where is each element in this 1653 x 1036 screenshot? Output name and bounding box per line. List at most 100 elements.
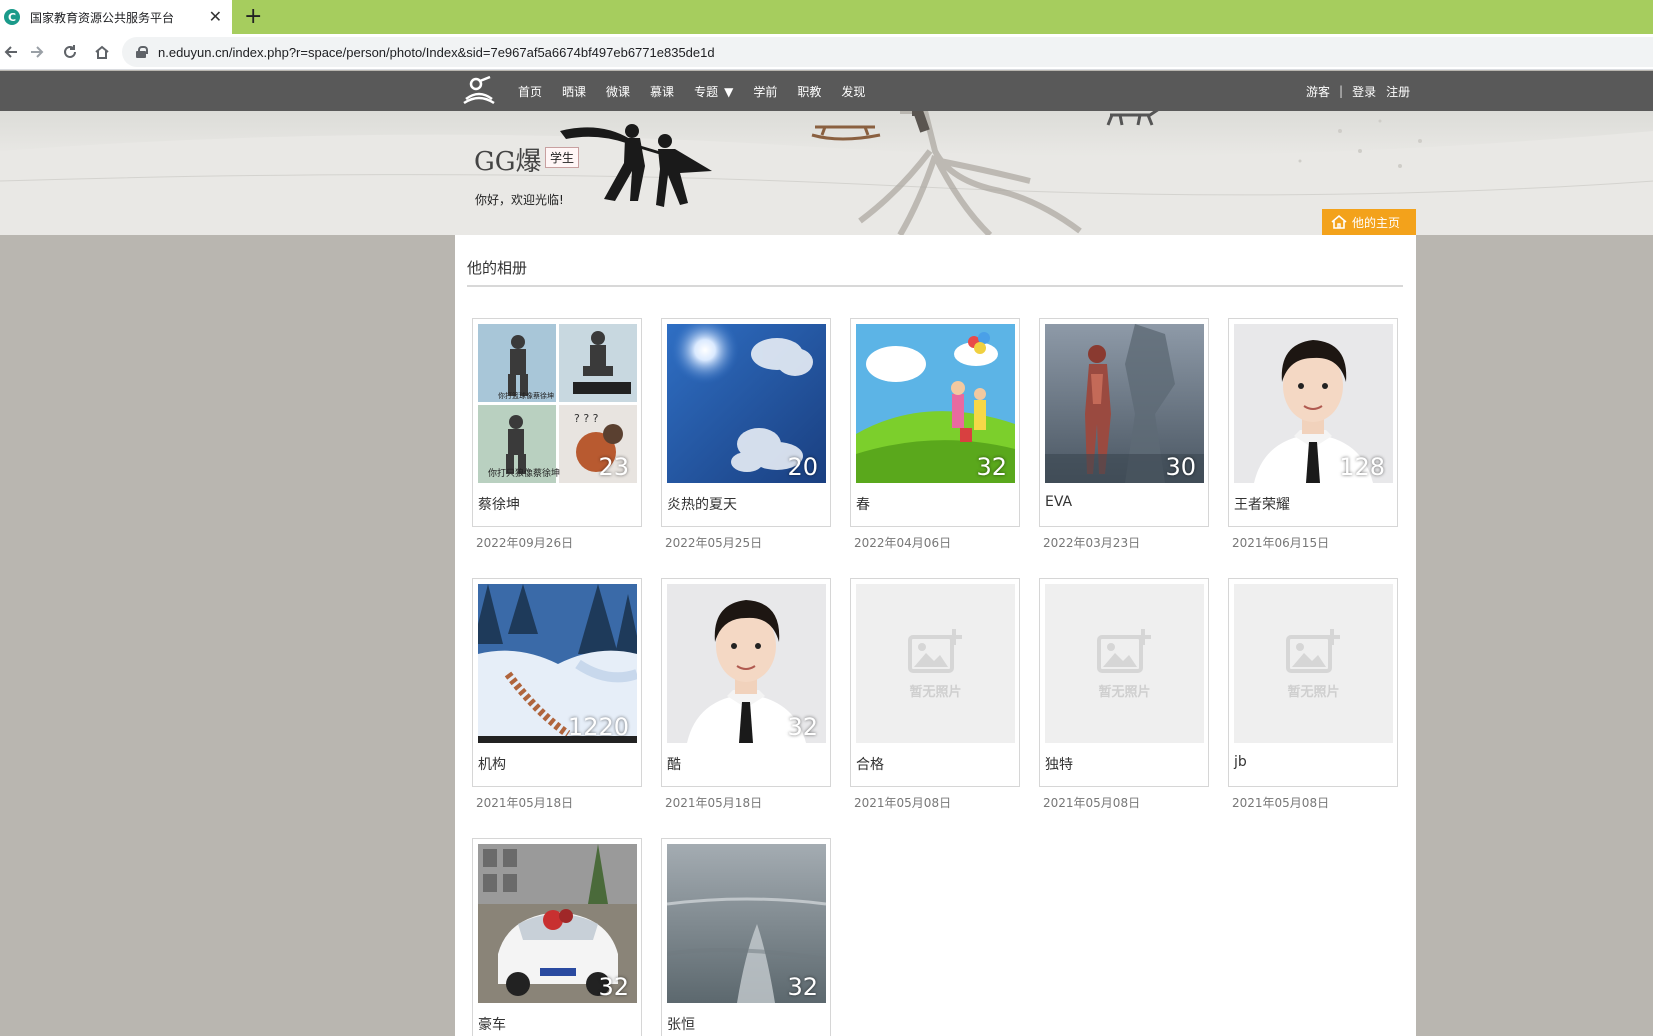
photo-count: 32 [787, 713, 818, 741]
photo-count: 32 [787, 973, 818, 1001]
browser-tab[interactable]: C 国家教育资源公共服务平台 ✕ [0, 0, 232, 34]
forward-icon[interactable] [26, 41, 48, 63]
album-name[interactable]: 蔡徐坤 [478, 494, 520, 514]
home-icon[interactable] [91, 41, 113, 63]
album-name[interactable]: 炎热的夏天 [667, 494, 737, 514]
album-date: 2022年03月23日 [1043, 536, 1141, 550]
album-date: 2021年05月18日 [665, 796, 763, 810]
album-name[interactable]: 合格 [856, 754, 884, 774]
album-item: 暂无照片 合格 2021年05月08日 [850, 578, 1020, 811]
greeting-text: 你好，欢迎光临! [475, 193, 564, 207]
album-name[interactable]: 豪车 [478, 1014, 506, 1034]
album-card[interactable]: 30 EVA [1039, 318, 1209, 527]
section-title: 他的相册 [467, 259, 528, 277]
photo-count: 20 [787, 453, 818, 481]
site-logo-icon[interactable] [462, 75, 496, 105]
nav-item-topics-label: 专题 [694, 84, 719, 99]
image-add-icon [1096, 629, 1151, 673]
profile-banner: GG爆 学生 你好，欢迎光临! 他的主页 [0, 111, 1653, 235]
album-date: 2021年05月18日 [476, 796, 574, 810]
album-item: 32 酷 2021年05月18日 [661, 578, 831, 811]
album-item: 你打篮球像蔡徐坤 你打只狼像蔡徐坤 ? ? ? 23 蔡徐坤 2022年09月2… [472, 318, 642, 551]
nav-item-home[interactable]: 首页 [518, 83, 542, 100]
album-name[interactable]: 春 [856, 494, 870, 514]
album-item: 32 张恒 [661, 838, 831, 1036]
album-card[interactable]: 你打篮球像蔡徐坤 你打只狼像蔡徐坤 ? ? ? 23 蔡徐坤 [472, 318, 642, 527]
nav-item-shaike[interactable]: 晒课 [562, 83, 586, 100]
nav-item-mooc[interactable]: 慕课 [650, 83, 674, 100]
no-photo-text: 暂无照片 [1287, 685, 1340, 700]
album-thumbnail: 32 [478, 844, 637, 1003]
album-thumbnail: 你打篮球像蔡徐坤 你打只狼像蔡徐坤 ? ? ? 23 [478, 324, 637, 483]
album-date: 2021年06月15日 [1232, 536, 1330, 550]
login-link[interactable]: 登录 [1352, 83, 1376, 100]
album-name[interactable]: 酷 [667, 754, 681, 774]
nav-item-vocational[interactable]: 职教 [797, 83, 821, 100]
album-card[interactable]: 32 豪车 [472, 838, 642, 1036]
album-name[interactable]: 独特 [1045, 754, 1073, 774]
close-tab-icon[interactable]: ✕ [209, 8, 222, 26]
photo-count: 32 [976, 453, 1007, 481]
album-item: 30 EVA 2022年03月23日 [1039, 318, 1209, 551]
album-name[interactable]: 张恒 [667, 1014, 695, 1034]
register-link[interactable]: 注册 [1386, 83, 1410, 100]
his-homepage-button[interactable]: 他的主页 [1322, 209, 1416, 235]
photo-count: 1220 [567, 713, 629, 741]
empty-album-placeholder: 暂无照片 [1234, 584, 1393, 743]
album-item: 1220 机构 2021年05月18日 [472, 578, 642, 811]
album-thumbnail: 30 [1045, 324, 1204, 483]
house-icon [1331, 214, 1347, 229]
photo-count: 128 [1339, 453, 1385, 481]
back-icon[interactable] [0, 41, 22, 63]
nav-item-topics[interactable]: 专题 ▼ [694, 83, 733, 100]
album-card[interactable]: 32 春 [850, 318, 1020, 527]
reload-icon[interactable] [59, 41, 81, 63]
album-thumbnail: 20 [667, 324, 826, 483]
svg-text:? ? ?: ? ? ? [574, 412, 599, 425]
account-links: 游客 | 登录 注册 [1306, 71, 1410, 111]
lock-icon[interactable] [136, 46, 148, 58]
album-card[interactable]: 1220 机构 [472, 578, 642, 787]
album-card[interactable]: 暂无照片 合格 [850, 578, 1020, 787]
album-item: 20 炎热的夏天 2022年05月25日 [661, 318, 831, 551]
section-divider [467, 285, 1403, 287]
album-item: 128 王者荣耀 2021年06月15日 [1228, 318, 1398, 551]
album-card[interactable]: 32 张恒 [661, 838, 831, 1036]
album-item: 32 春 2022年04月06日 [850, 318, 1020, 551]
tab-title: 国家教育资源公共服务平台 [30, 10, 175, 25]
site-nav-bar: 首页 晒课 微课 慕课 专题 ▼ 学前 职教 发现 游客 | 登录 注册 [0, 71, 1653, 111]
album-date: 2022年09月26日 [476, 536, 574, 550]
album-card[interactable]: 暂无照片 独特 [1039, 578, 1209, 787]
album-item: 暂无照片 jb 2021年05月08日 [1228, 578, 1398, 811]
album-name[interactable]: 机构 [478, 754, 506, 774]
divider: | [1339, 84, 1344, 98]
role-badge: 学生 [545, 147, 580, 168]
nav-item-preschool[interactable]: 学前 [753, 83, 777, 100]
album-thumbnail: 暂无照片 [1234, 584, 1393, 743]
chevron-down-icon: ▼ [724, 84, 734, 99]
browser-tab-bar: C 国家教育资源公共服务平台 ✕ + [0, 0, 1653, 34]
album-card[interactable]: 128 王者荣耀 [1228, 318, 1398, 527]
album-name[interactable]: jb [1234, 754, 1247, 770]
album-card[interactable]: 暂无照片 jb [1228, 578, 1398, 787]
album-thumbnail: 32 [667, 844, 826, 1003]
album-name[interactable]: 王者荣耀 [1234, 494, 1290, 514]
album-item: 暂无照片 独特 2021年05月08日 [1039, 578, 1209, 811]
no-photo-text: 暂无照片 [1098, 685, 1151, 700]
album-date: 2022年05月25日 [665, 536, 763, 550]
album-item: 32 豪车 [472, 838, 642, 1036]
album-card[interactable]: 32 酷 [661, 578, 831, 787]
address-bar: n.eduyun.cn/index.php?r=space/person/pho… [0, 34, 1653, 70]
album-card[interactable]: 20 炎热的夏天 [661, 318, 831, 527]
empty-album-placeholder: 暂无照片 [856, 584, 1015, 743]
url-field[interactable]: n.eduyun.cn/index.php?r=space/person/pho… [122, 37, 1653, 67]
photo-count: 32 [598, 973, 629, 1001]
no-photo-text: 暂无照片 [909, 685, 962, 700]
album-name[interactable]: EVA [1045, 494, 1072, 510]
empty-album-placeholder: 暂无照片 [1045, 584, 1204, 743]
image-add-icon [907, 629, 962, 673]
nav-item-microlesson[interactable]: 微课 [606, 83, 630, 100]
new-tab-icon[interactable]: + [244, 4, 262, 30]
svg-text:你打只狼像蔡徐坤: 你打只狼像蔡徐坤 [488, 467, 560, 479]
nav-item-discover[interactable]: 发现 [841, 83, 865, 100]
